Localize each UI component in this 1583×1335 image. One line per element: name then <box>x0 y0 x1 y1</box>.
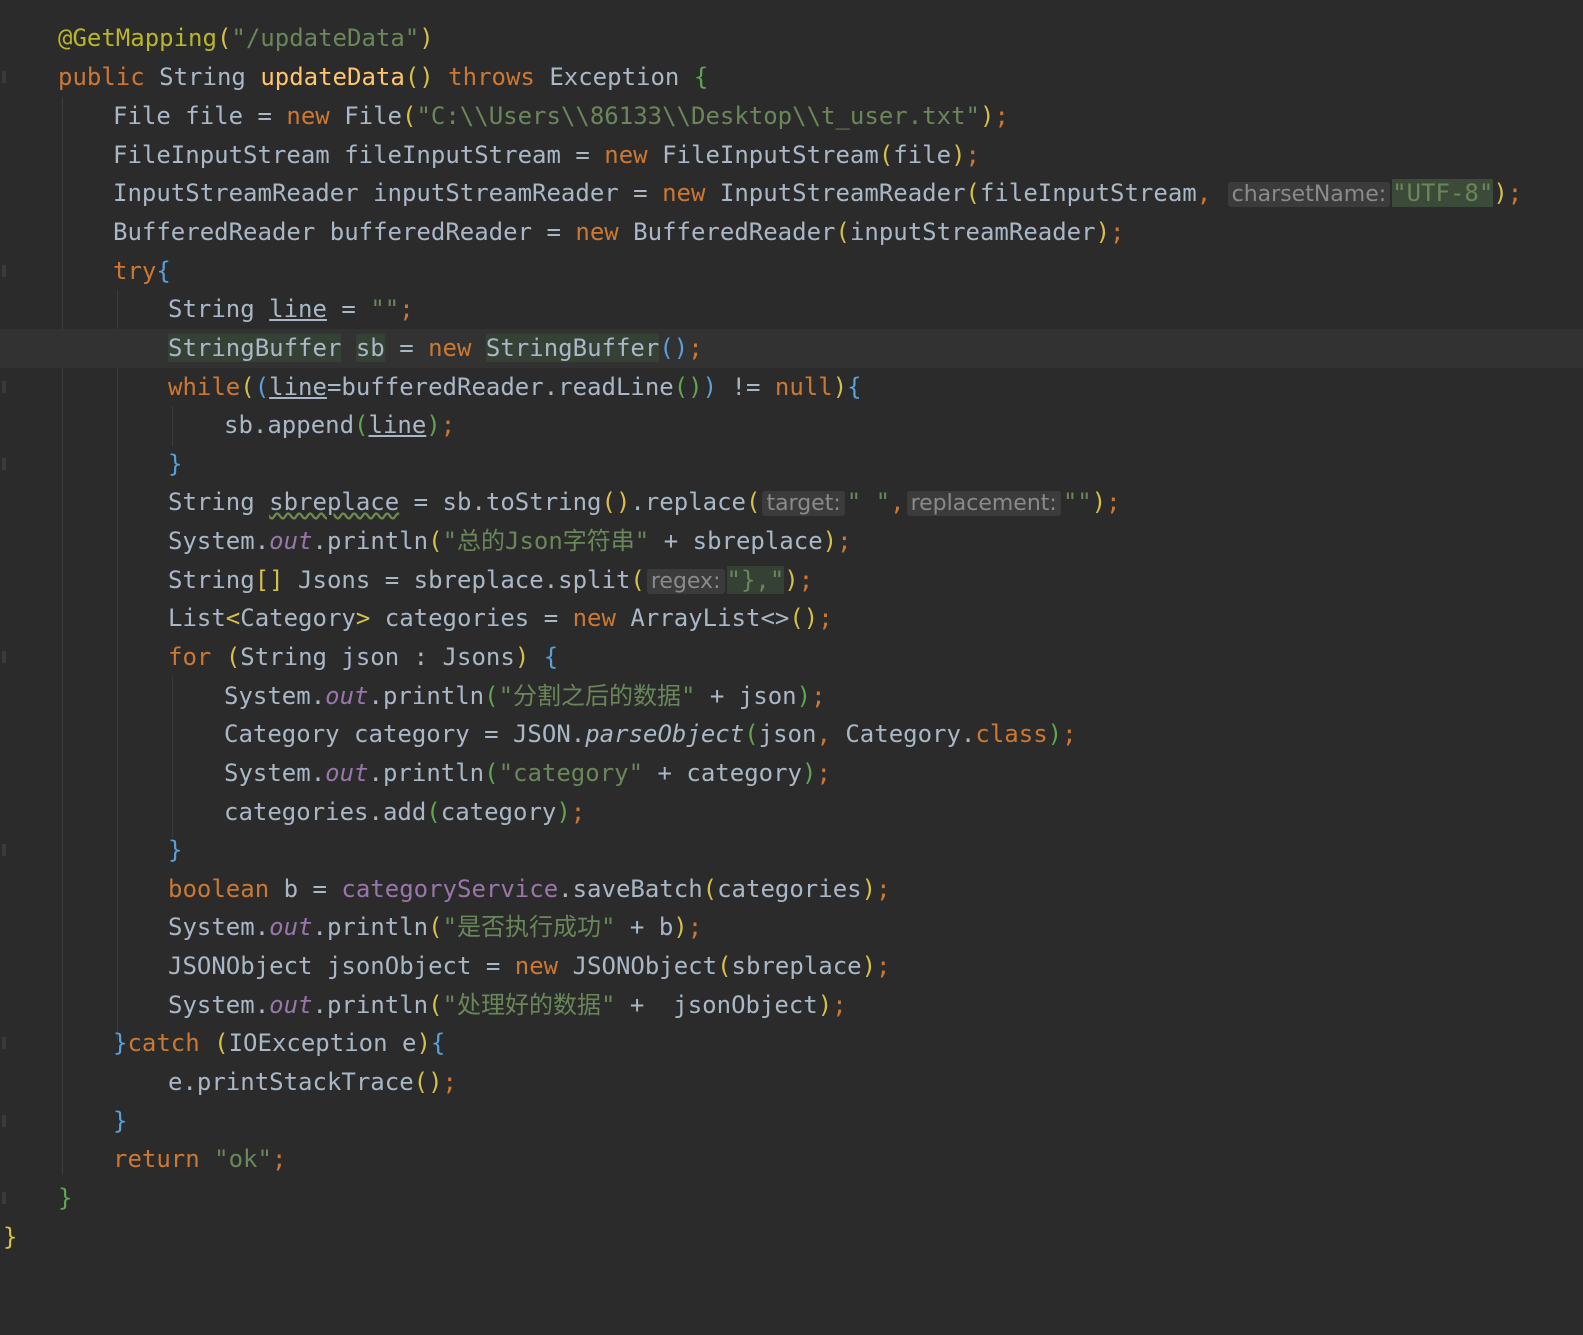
parameter-hint: replacement: <box>906 491 1061 516</box>
code-line: } <box>0 445 1583 484</box>
fold-marker[interactable] <box>2 71 6 83</box>
fold-marker[interactable] <box>2 1192 6 1204</box>
file-path-string: "C:\\Users\\86133\\Desktop\\t_user.txt" <box>416 102 980 130</box>
code-line: } <box>0 831 1583 870</box>
method-name: updateData <box>260 63 405 91</box>
string-literal: "是否执行成功" <box>442 913 616 941</box>
code-line: System.out.println("是否执行成功" + b); <box>168 913 703 941</box>
code-line: public String updateData() throws Except… <box>0 58 1583 97</box>
string-literal: "UTF-8" <box>1392 179 1494 207</box>
fold-marker[interactable] <box>2 1037 6 1049</box>
code-line: sb.append(line); <box>224 411 456 439</box>
code-line: System.out.println("总的Json字符串" + sbrepla… <box>168 527 852 555</box>
code-line: File file = new File("C:\\Users\\86133\\… <box>113 102 1009 130</box>
current-line: StringBuffer sb = new StringBuffer(); <box>0 329 1583 368</box>
string-literal: "" <box>1062 488 1092 516</box>
code-line: @GetMapping("/updateData") <box>58 24 434 52</box>
parameter-hint: target: <box>762 491 845 516</box>
code-line: try{ <box>0 252 1583 291</box>
code-line: } <box>0 1102 1583 1141</box>
code-line: return "ok"; <box>113 1145 287 1173</box>
code-line: FileInputStream fileInputStream = new Fi… <box>113 141 980 169</box>
code-line: boolean b = categoryService.saveBatch(ca… <box>168 875 891 903</box>
code-line: for (String json : Jsons) { <box>0 638 1583 677</box>
string-literal: "分割之后的数据" <box>498 682 696 710</box>
type-name: Exception <box>549 63 680 91</box>
keyword: public <box>58 63 145 91</box>
fold-marker[interactable] <box>2 651 6 663</box>
code-line: while((line=bufferedReader.readLine()) !… <box>0 368 1583 407</box>
code-line: String line = ""; <box>168 295 414 323</box>
keyword: throws <box>448 63 535 91</box>
string-literal: "/updateData" <box>231 24 420 52</box>
string-literal: "ok" <box>214 1145 272 1173</box>
code-line: } <box>0 1179 1583 1218</box>
code-line: List<Category> categories = new ArrayLis… <box>168 604 833 632</box>
code-line: System.out.println("分割之后的数据" + json); <box>224 682 826 710</box>
code-line: BufferedReader bufferedReader = new Buff… <box>113 218 1125 246</box>
string-literal: "}," <box>726 566 785 594</box>
code-line: System.out.println("处理好的数据" + jsonObject… <box>168 991 847 1019</box>
string-literal: " " <box>846 488 891 516</box>
code-line: e.printStackTrace(); <box>168 1068 457 1096</box>
fold-marker[interactable] <box>2 265 6 277</box>
parameter-hint: charsetName: <box>1227 182 1391 207</box>
string-literal: "总的Json字符串" <box>442 527 650 555</box>
parameter-hint: regex: <box>646 569 725 594</box>
string-literal: "" <box>370 295 400 323</box>
code-line: Category category = JSON.parseObject(jso… <box>224 720 1077 748</box>
code-line: InputStreamReader inputStreamReader = ne… <box>113 179 1523 207</box>
annotation: @GetMapping <box>58 24 217 52</box>
code-line: }catch (IOException e){ <box>0 1024 1583 1063</box>
type-name: String <box>159 63 246 91</box>
fold-marker[interactable] <box>2 381 6 393</box>
code-line: System.out.println("category" + category… <box>224 759 831 787</box>
code-line: String sbreplace = sb.toString().replace… <box>168 488 1121 516</box>
code-line: String[] Jsons = sbreplace.split(regex: "… <box>168 566 814 594</box>
string-literal: "处理好的数据" <box>442 991 616 1019</box>
fold-marker[interactable] <box>2 844 6 856</box>
code-line: categories.add(category); <box>224 798 586 826</box>
string-literal: "category" <box>498 759 644 787</box>
code-line: JSONObject jsonObject = new JSONObject(s… <box>168 952 891 980</box>
code-editor[interactable]: @GetMapping("/updateData") public String… <box>0 0 1583 1304</box>
fold-marker[interactable] <box>2 1115 6 1127</box>
fold-marker[interactable] <box>2 458 6 470</box>
code-line: } <box>3 1223 18 1251</box>
